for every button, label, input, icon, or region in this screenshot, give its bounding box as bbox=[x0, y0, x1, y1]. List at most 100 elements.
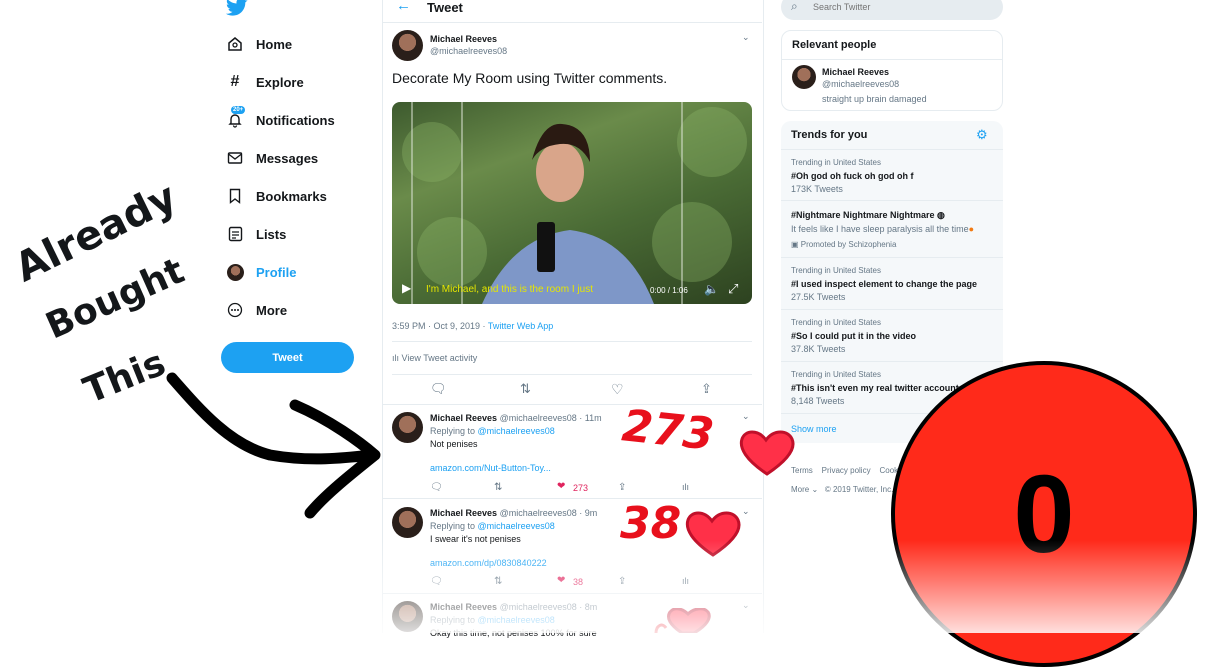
reply-header: Michael Reeves @michaelreeves08 · 8m bbox=[430, 602, 597, 612]
video-player[interactable]: I'm Michael, and this is the room I just… bbox=[392, 102, 752, 304]
author-name[interactable]: Michael Reeves bbox=[430, 34, 497, 44]
trend-count: 173K Tweets bbox=[791, 184, 843, 194]
nav-bookmarks[interactable]: Bookmarks bbox=[226, 182, 327, 210]
reply-author[interactable]: Michael Reeves bbox=[430, 508, 497, 518]
reply-icon[interactable]: 🗨 bbox=[430, 576, 443, 587]
avatar[interactable] bbox=[392, 507, 423, 538]
search-input[interactable] bbox=[811, 1, 995, 13]
trend-promoted: ▣ Promoted by Schizophenia bbox=[791, 240, 896, 249]
reply-author[interactable]: Michael Reeves bbox=[430, 413, 497, 423]
reply-text: Okay this time, not penises 100% for sur… bbox=[430, 628, 597, 638]
chevron-down-icon[interactable]: ⌄ bbox=[742, 411, 750, 422]
share-icon[interactable]: ⇪ bbox=[701, 381, 712, 397]
play-icon[interactable]: ▶ bbox=[402, 281, 411, 295]
trend-count: 27.5K Tweets bbox=[791, 292, 846, 302]
nav-more[interactable]: More bbox=[226, 296, 287, 324]
chevron-down-icon[interactable]: ⌄ bbox=[742, 32, 750, 43]
chevron-down-icon[interactable]: ⌄ bbox=[742, 600, 750, 611]
trend-item[interactable]: Trending in United States #So I could pu… bbox=[781, 309, 1003, 362]
like-icon[interactable]: ♡ bbox=[611, 381, 624, 398]
nav-label: Profile bbox=[256, 264, 297, 280]
reply-link[interactable]: amazon.com/Nut-Button-Toy... bbox=[430, 463, 551, 473]
nav-label: Lists bbox=[256, 226, 287, 242]
fullscreen-icon[interactable]: ⤢ bbox=[728, 281, 738, 297]
replying-handle[interactable]: @michaelreeves08 bbox=[478, 521, 555, 531]
trend-title: #Nightmare Nightmare Nightmare ◍ bbox=[791, 210, 945, 221]
search-icon: ⌕ bbox=[791, 0, 798, 13]
reply-icon[interactable]: 🗨 bbox=[430, 381, 447, 397]
nav-profile[interactable]: Profile bbox=[226, 258, 296, 286]
retweet-icon[interactable]: ⇅ bbox=[520, 381, 531, 397]
retweet-icon[interactable]: ⇅ bbox=[494, 576, 502, 587]
nav-messages[interactable]: Messages bbox=[226, 144, 318, 172]
promoted-icon: ▣ bbox=[791, 240, 799, 249]
person-bio: straight up brain damaged bbox=[822, 94, 927, 104]
share-icon[interactable]: ⇪ bbox=[618, 576, 626, 587]
tweet-text: Decorate My Room using Twitter comments. bbox=[392, 70, 668, 86]
nav-notifications[interactable]: 20+ Notifications bbox=[226, 106, 335, 134]
bar-chart-icon[interactable]: ılı bbox=[682, 482, 689, 492]
replying-handle[interactable]: @michaelreeves08 bbox=[478, 615, 555, 625]
replying-to: Replying to @michaelreeves08 bbox=[430, 521, 555, 531]
back-arrow-icon[interactable]: ← bbox=[396, 0, 411, 14]
trend-title: #So I could put it in the video bbox=[791, 331, 917, 341]
trend-description-text: It feels like I have sleep paralysis all… bbox=[791, 224, 969, 234]
twitter-logo-icon[interactable] bbox=[225, 0, 248, 22]
reply-meta: @michaelreeves08 · 9m bbox=[499, 508, 598, 518]
bar-chart-icon: ılı bbox=[392, 353, 400, 363]
footer-copyright: © 2019 Twitter, Inc. bbox=[824, 485, 894, 494]
trend-title: #Oh god oh fuck oh god oh f bbox=[791, 171, 914, 181]
activity-label: View Tweet activity bbox=[401, 353, 478, 363]
reply-link[interactable]: amazon.com/dp/0830840222 bbox=[430, 558, 547, 568]
avatar[interactable] bbox=[792, 65, 816, 89]
trend-item[interactable]: #Nightmare Nightmare Nightmare ◍ It feel… bbox=[781, 200, 1003, 258]
reply-header: Michael Reeves @michaelreeves08 · 9m bbox=[430, 508, 597, 518]
nav-label: More bbox=[256, 302, 288, 318]
heart-count-scribble: 38 bbox=[620, 498, 682, 549]
like-icon[interactable]: ❤ bbox=[557, 481, 565, 492]
reply-icon[interactable]: 🗨 bbox=[430, 482, 443, 493]
avatar[interactable] bbox=[392, 412, 423, 443]
heart-count-scribble: 273 bbox=[619, 400, 717, 461]
footer-row: More ⌄ © 2019 Twitter, Inc. bbox=[791, 485, 893, 494]
panel-title: Relevant people bbox=[792, 39, 877, 51]
home-icon bbox=[226, 35, 244, 53]
tweet-activity-link[interactable]: ılı View Tweet activity bbox=[392, 353, 477, 363]
share-icon[interactable]: ⇪ bbox=[618, 482, 626, 493]
volume-icon[interactable]: 🔈 bbox=[704, 282, 719, 296]
search-bar[interactable]: ⌕ bbox=[781, 0, 1003, 20]
list-icon bbox=[226, 225, 244, 243]
trend-item[interactable]: Trending in United States #Oh god oh fuc… bbox=[781, 149, 1003, 201]
divider bbox=[392, 341, 752, 342]
author-handle[interactable]: @michaelreeves08 bbox=[430, 46, 507, 56]
avatar[interactable] bbox=[392, 601, 423, 632]
counter-value: 0 bbox=[1013, 453, 1075, 576]
person-handle[interactable]: @michaelreeves08 bbox=[822, 79, 899, 89]
nav-lists[interactable]: Lists bbox=[226, 220, 286, 248]
notification-badge: 20+ bbox=[231, 106, 246, 114]
arrow-scribble bbox=[166, 372, 381, 519]
nav-label: Explore bbox=[256, 74, 304, 90]
nav-label: Home bbox=[256, 36, 293, 52]
gear-icon[interactable]: ⚙ bbox=[976, 127, 988, 143]
avatar-icon bbox=[226, 263, 244, 281]
like-count: 38 bbox=[573, 577, 584, 587]
footer-privacy[interactable]: Privacy policy bbox=[822, 466, 871, 475]
bookmark-icon bbox=[226, 187, 244, 205]
tweet-button[interactable]: Tweet bbox=[221, 342, 354, 373]
bar-chart-icon[interactable]: ılı bbox=[682, 576, 689, 586]
reply-author[interactable]: Michael Reeves bbox=[430, 602, 497, 612]
trend-context: Trending in United States bbox=[791, 158, 881, 167]
replying-handle[interactable]: @michaelreeves08 bbox=[478, 426, 555, 436]
nav-home[interactable]: Home bbox=[226, 30, 292, 58]
avatar[interactable] bbox=[392, 30, 423, 61]
nav-label: Messages bbox=[256, 150, 319, 166]
trend-item[interactable]: Trending in United States #I used inspec… bbox=[781, 257, 1003, 310]
person-name[interactable]: Michael Reeves bbox=[822, 67, 889, 77]
retweet-icon[interactable]: ⇅ bbox=[494, 482, 502, 493]
footer-more[interactable]: More bbox=[791, 485, 809, 494]
like-icon[interactable]: ❤ bbox=[557, 575, 565, 586]
tweet-header: ← Tweet bbox=[382, 0, 762, 23]
tweet-source[interactable]: Twitter Web App bbox=[488, 321, 553, 331]
nav-explore[interactable]: # Explore bbox=[226, 68, 304, 96]
